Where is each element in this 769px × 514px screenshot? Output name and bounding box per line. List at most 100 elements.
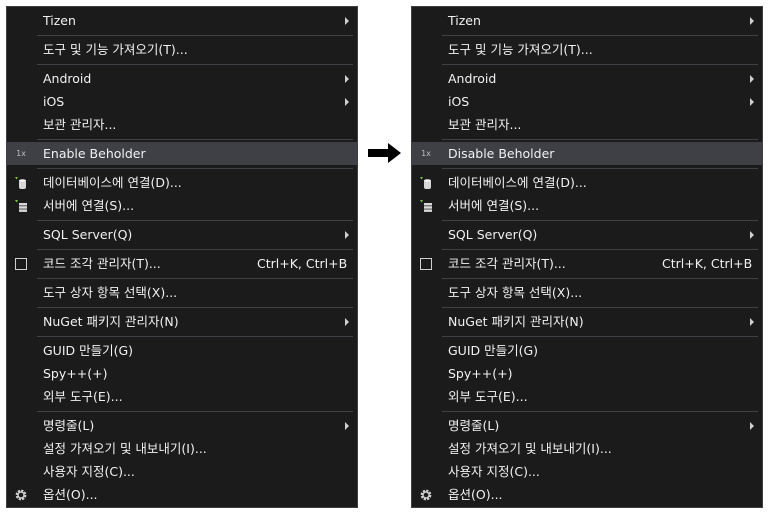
menu-item-archive-manager[interactable]: 보관 관리자... bbox=[7, 113, 357, 136]
1x-badge-icon: 1x bbox=[16, 148, 26, 158]
menu-item-label: iOS bbox=[43, 94, 65, 109]
separator bbox=[442, 168, 758, 169]
menu-item-external-tools[interactable]: 외부 도구(E)... bbox=[412, 385, 762, 408]
submenu-arrow-icon bbox=[345, 17, 349, 25]
menu-item-import-export[interactable]: 설정 가져오기 및 내보내기(I)... bbox=[412, 437, 762, 460]
separator bbox=[442, 411, 758, 412]
menu-item-snippet-manager[interactable]: 코드 조각 관리자(T)... Ctrl+K, Ctrl+B bbox=[7, 252, 357, 275]
menu-item-enable-beholder[interactable]: 1x Enable Beholder bbox=[7, 142, 357, 165]
separator bbox=[37, 220, 353, 221]
menu-item-label: SQL Server(Q) bbox=[448, 227, 538, 242]
shortcut-text: Ctrl+K, Ctrl+B bbox=[257, 256, 348, 271]
menu-item-label: 코드 조각 관리자(T)... bbox=[448, 256, 566, 271]
menu-item-android[interactable]: Android bbox=[412, 67, 762, 90]
menu-item-tizen[interactable]: Tizen bbox=[7, 9, 357, 32]
menu-item-spy[interactable]: Spy++(+) bbox=[7, 362, 357, 385]
menu-item-connect-server[interactable]: 서버에 연결(S)... bbox=[412, 194, 762, 217]
separator bbox=[37, 307, 353, 308]
separator bbox=[442, 336, 758, 337]
submenu-arrow-icon bbox=[345, 318, 349, 326]
menu-item-android[interactable]: Android bbox=[7, 67, 357, 90]
submenu-arrow-icon bbox=[750, 17, 754, 25]
separator bbox=[37, 249, 353, 250]
separator bbox=[37, 35, 353, 36]
submenu-arrow-icon bbox=[750, 231, 754, 239]
menu-item-external-tools[interactable]: 외부 도구(E)... bbox=[7, 385, 357, 408]
gear-icon bbox=[418, 487, 434, 502]
tools-menu-after: Tizen 도구 및 기능 가져오기(T)... Android iOS 보관 … bbox=[411, 6, 763, 508]
menu-item-ios[interactable]: iOS bbox=[412, 90, 762, 113]
menu-item-label: 설정 가져오기 및 내보내기(I)... bbox=[448, 441, 612, 456]
separator bbox=[37, 64, 353, 65]
menu-item-toolbox-items[interactable]: 도구 상자 항목 선택(X)... bbox=[7, 281, 357, 304]
menu-item-label: 사용자 지정(C)... bbox=[448, 464, 540, 479]
separator bbox=[442, 307, 758, 308]
menu-item-sql-server[interactable]: SQL Server(Q) bbox=[7, 223, 357, 246]
menu-item-label: 서버에 연결(S)... bbox=[43, 198, 135, 213]
menu-item-label: Android bbox=[448, 71, 497, 86]
menu-item-nuget[interactable]: NuGet 패키지 관리자(N) bbox=[7, 310, 357, 333]
arrow-right-icon bbox=[368, 142, 402, 168]
menu-item-label: Spy++(+) bbox=[43, 366, 108, 381]
menu-item-label: NuGet 패키지 관리자(N) bbox=[43, 314, 179, 329]
menu-item-label: GUID 만들기(G) bbox=[448, 343, 539, 358]
menu-item-connect-database[interactable]: 데이터베이스에 연결(D)... bbox=[7, 171, 357, 194]
menu-item-disable-beholder[interactable]: 1x Disable Beholder bbox=[412, 142, 762, 165]
menu-item-options[interactable]: 옵션(O)... bbox=[412, 483, 762, 506]
menu-item-tizen[interactable]: Tizen bbox=[412, 9, 762, 32]
menu-item-snippet-manager[interactable]: 코드 조각 관리자(T)... Ctrl+K, Ctrl+B bbox=[412, 252, 762, 275]
menu-item-nuget[interactable]: NuGet 패키지 관리자(N) bbox=[412, 310, 762, 333]
menu-item-customize[interactable]: 사용자 지정(C)... bbox=[7, 460, 357, 483]
menu-item-label: 옵션(O)... bbox=[43, 487, 98, 502]
menu-item-label: 데이터베이스에 연결(D)... bbox=[43, 175, 182, 190]
separator bbox=[37, 336, 353, 337]
menu-item-label: 데이터베이스에 연결(D)... bbox=[448, 175, 587, 190]
menu-item-guid[interactable]: GUID 만들기(G) bbox=[7, 339, 357, 362]
menu-item-connect-database[interactable]: 데이터베이스에 연결(D)... bbox=[412, 171, 762, 194]
menu-item-guid[interactable]: GUID 만들기(G) bbox=[412, 339, 762, 362]
submenu-arrow-icon bbox=[750, 318, 754, 326]
menu-item-label: Enable Beholder bbox=[43, 146, 146, 161]
menu-item-label: 코드 조각 관리자(T)... bbox=[43, 256, 161, 271]
menu-item-label: 도구 및 기능 가져오기(T)... bbox=[448, 42, 593, 57]
snippet-square-icon bbox=[418, 256, 434, 271]
separator bbox=[442, 35, 758, 36]
menu-item-label: 사용자 지정(C)... bbox=[43, 464, 135, 479]
menu-item-ios[interactable]: iOS bbox=[7, 90, 357, 113]
menu-item-import-tools[interactable]: 도구 및 기능 가져오기(T)... bbox=[412, 38, 762, 61]
1x-badge-icon: 1x bbox=[421, 148, 431, 158]
tools-menu-before: Tizen 도구 및 기능 가져오기(T)... Android iOS 보관 … bbox=[6, 6, 358, 508]
menu-item-customize[interactable]: 사용자 지정(C)... bbox=[412, 460, 762, 483]
server-connect-icon bbox=[13, 198, 29, 213]
menu-item-archive-manager[interactable]: 보관 관리자... bbox=[412, 113, 762, 136]
menu-item-command-line[interactable]: 명령줄(L) bbox=[412, 414, 762, 437]
menu-item-command-line[interactable]: 명령줄(L) bbox=[7, 414, 357, 437]
menu-item-connect-server[interactable]: 서버에 연결(S)... bbox=[7, 194, 357, 217]
menu-item-label: 옵션(O)... bbox=[448, 487, 503, 502]
menu-item-label: Android bbox=[43, 71, 92, 86]
separator bbox=[37, 139, 353, 140]
separator bbox=[442, 220, 758, 221]
separator bbox=[37, 411, 353, 412]
shortcut-text: Ctrl+K, Ctrl+B bbox=[662, 256, 753, 271]
menu-item-import-tools[interactable]: 도구 및 기능 가져오기(T)... bbox=[7, 38, 357, 61]
menu-item-import-export[interactable]: 설정 가져오기 및 내보내기(I)... bbox=[7, 437, 357, 460]
menu-item-sql-server[interactable]: SQL Server(Q) bbox=[412, 223, 762, 246]
database-connect-icon bbox=[418, 175, 434, 190]
menu-item-label: Tizen bbox=[43, 13, 76, 28]
menu-item-label: Spy++(+) bbox=[448, 366, 513, 381]
submenu-arrow-icon bbox=[345, 75, 349, 83]
separator bbox=[37, 278, 353, 279]
menu-item-label: NuGet 패키지 관리자(N) bbox=[448, 314, 584, 329]
submenu-arrow-icon bbox=[345, 231, 349, 239]
menu-item-label: 도구 상자 항목 선택(X)... bbox=[43, 285, 178, 300]
separator bbox=[442, 64, 758, 65]
separator bbox=[442, 278, 758, 279]
menu-item-spy[interactable]: Spy++(+) bbox=[412, 362, 762, 385]
submenu-arrow-icon bbox=[750, 98, 754, 106]
menu-item-options[interactable]: 옵션(O)... bbox=[7, 483, 357, 506]
menu-item-label: 보관 관리자... bbox=[43, 117, 117, 132]
submenu-arrow-icon bbox=[345, 98, 349, 106]
submenu-arrow-icon bbox=[750, 422, 754, 430]
menu-item-toolbox-items[interactable]: 도구 상자 항목 선택(X)... bbox=[412, 281, 762, 304]
